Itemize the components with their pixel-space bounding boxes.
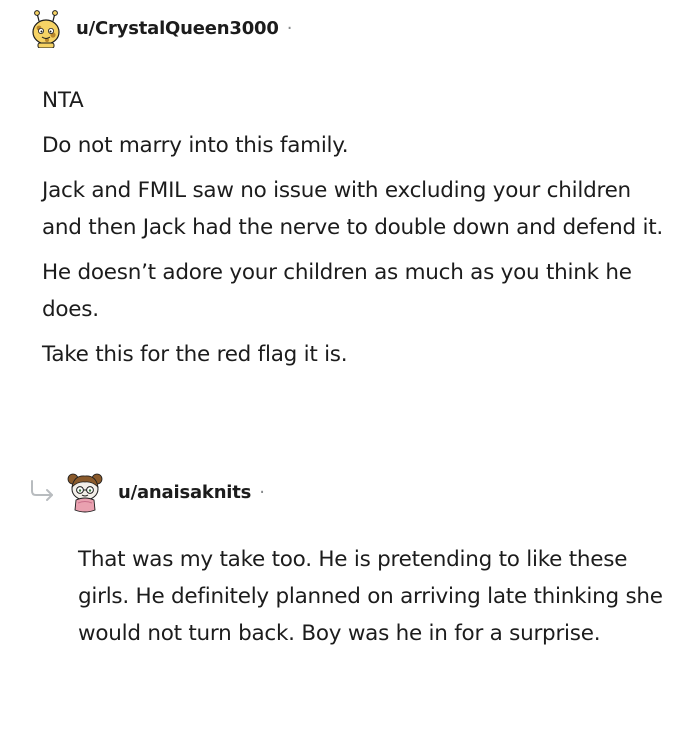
snoo-giraffe-avatar-icon <box>32 10 60 48</box>
reply-arrow-icon <box>31 480 53 501</box>
reply-username[interactable]: u/anaisaknits <box>118 482 251 503</box>
reply-header: u/anaisaknits · <box>66 470 265 514</box>
meta-separator: · <box>286 17 293 39</box>
comment-paragraph: Take this for the red flag it is. <box>42 342 348 367</box>
comment-paragraph: NTA <box>42 88 84 113</box>
comment-username[interactable]: u/CrystalQueen3000 <box>76 18 279 39</box>
comment-paragraph: Do not marry into this family. <box>42 133 349 158</box>
comment-body: NTA Do not marry into this family. Jack … <box>42 82 672 381</box>
comment-header: u/CrystalQueen3000 · <box>28 8 292 48</box>
snoo-bun-hair-avatar-icon <box>67 473 103 513</box>
meta-separator: · <box>259 481 265 503</box>
user-avatar[interactable] <box>28 8 64 48</box>
reply-body: That was my take too. He is pretending t… <box>78 541 678 660</box>
reply-user-avatar[interactable] <box>66 470 104 514</box>
comment-paragraph: Jack and FMIL saw no issue with excludin… <box>42 178 663 240</box>
reply-paragraph: That was my take too. He is pretending t… <box>78 547 663 646</box>
comment-paragraph: He doesn’t adore your children as much a… <box>42 260 632 322</box>
